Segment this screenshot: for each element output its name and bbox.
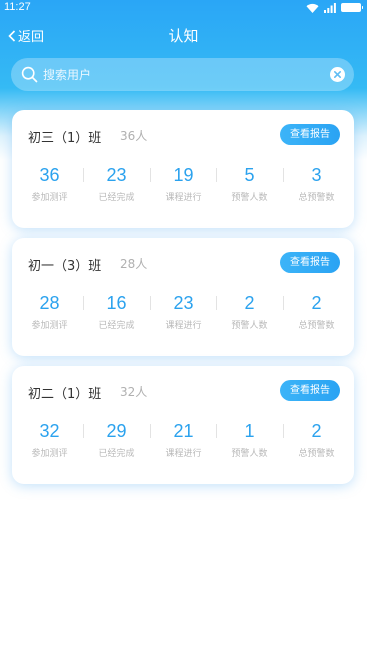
class-name: 初三（1）班 — [28, 131, 102, 146]
stat-completed: 16 已经完成 — [83, 292, 150, 332]
stat-total-warnings: 2 总预警数 — [283, 292, 350, 332]
search-input[interactable] — [43, 58, 323, 91]
stat-label: 已经完成 — [98, 193, 135, 203]
stat-value: 28 — [39, 293, 60, 313]
class-student-count: 36人 — [120, 129, 148, 143]
stat-value: 3 — [311, 165, 322, 185]
stat-label: 参加测评 — [31, 193, 68, 203]
clear-icon[interactable] — [330, 67, 345, 82]
class-name: 初二（1）班 — [28, 387, 102, 402]
view-report-button[interactable]: 查看报告 — [280, 124, 340, 145]
stat-total-warnings: 2 总预警数 — [283, 420, 350, 460]
stat-value: 2 — [244, 293, 255, 313]
stat-participants: 36 参加测评 — [16, 164, 83, 204]
class-name: 初一（3）班 — [28, 259, 102, 274]
stat-label: 课程进行 — [165, 321, 202, 331]
stat-value: 1 — [244, 421, 255, 441]
search-bar[interactable] — [11, 58, 354, 91]
battery-icon — [341, 3, 363, 12]
stat-value: 5 — [244, 165, 255, 185]
view-report-button[interactable]: 查看报告 — [280, 380, 340, 401]
stat-in-progress: 19 课程进行 — [150, 164, 217, 204]
stat-value: 23 — [173, 293, 194, 313]
stat-label: 预警人数 — [231, 321, 268, 331]
view-report-button[interactable]: 查看报告 — [280, 252, 340, 273]
class-stats: 28 参加测评 16 已经完成 23 课程进行 2 预警人数 2 总预警数 — [16, 292, 350, 338]
stat-in-progress: 21 课程进行 — [150, 420, 217, 460]
stat-value: 36 — [39, 165, 60, 185]
stat-label: 已经完成 — [98, 321, 135, 331]
stat-warning-people: 2 预警人数 — [216, 292, 283, 332]
stat-label: 预警人数 — [231, 449, 268, 459]
stat-label: 课程进行 — [165, 449, 202, 459]
stat-label: 预警人数 — [231, 193, 268, 203]
status-icons — [306, 2, 363, 13]
stat-label: 总预警数 — [298, 321, 335, 331]
stat-label: 课程进行 — [165, 193, 202, 203]
class-stats: 32 参加测评 29 已经完成 21 课程进行 1 预警人数 2 总预警数 — [16, 420, 350, 466]
stat-value: 29 — [106, 421, 127, 441]
stat-in-progress: 23 课程进行 — [150, 292, 217, 332]
stat-participants: 32 参加测评 — [16, 420, 83, 460]
stat-value: 2 — [311, 293, 322, 313]
class-student-count: 32人 — [120, 385, 148, 399]
class-card: 初三（1）班 36人 查看报告 36 参加测评 23 已经完成 19 课程进行 … — [12, 110, 354, 228]
stat-value: 21 — [173, 421, 194, 441]
page-title: 认知 — [168, 27, 199, 45]
stat-total-warnings: 3 总预警数 — [283, 164, 350, 204]
stat-completed: 29 已经完成 — [83, 420, 150, 460]
class-student-count: 28人 — [120, 257, 148, 271]
status-bar: 11:27 — [0, 0, 367, 16]
stat-value: 19 — [173, 165, 194, 185]
stat-value: 16 — [106, 293, 127, 313]
app-screen: 11:27 返回 认知 搜索用户 初三（1）班 36人 查看报告 36 参加测评… — [0, 0, 367, 650]
class-card: 初一（3）班 28人 查看报告 28 参加测评 16 已经完成 23 课程进行 … — [12, 238, 354, 356]
class-card: 初二（1）班 32人 查看报告 32 参加测评 29 已经完成 21 课程进行 … — [12, 366, 354, 484]
nav-bar: 返回 认知 — [0, 20, 367, 50]
class-stats: 36 参加测评 23 已经完成 19 课程进行 5 预警人数 3 总预警数 — [16, 164, 350, 210]
search-icon — [21, 66, 38, 83]
stat-label: 总预警数 — [298, 449, 335, 459]
stat-label: 参加测评 — [31, 321, 68, 331]
stat-warning-people: 5 预警人数 — [216, 164, 283, 204]
stat-label: 总预警数 — [298, 193, 335, 203]
status-time: 11:27 — [4, 1, 31, 13]
wifi-icon — [306, 3, 319, 13]
stat-value: 23 — [106, 165, 127, 185]
stat-participants: 28 参加测评 — [16, 292, 83, 332]
stat-label: 参加测评 — [31, 449, 68, 459]
stat-value: 2 — [311, 421, 322, 441]
stat-warning-people: 1 预警人数 — [216, 420, 283, 460]
stat-label: 已经完成 — [98, 449, 135, 459]
signal-icon — [324, 2, 336, 13]
stat-value: 32 — [39, 421, 60, 441]
stat-completed: 23 已经完成 — [83, 164, 150, 204]
